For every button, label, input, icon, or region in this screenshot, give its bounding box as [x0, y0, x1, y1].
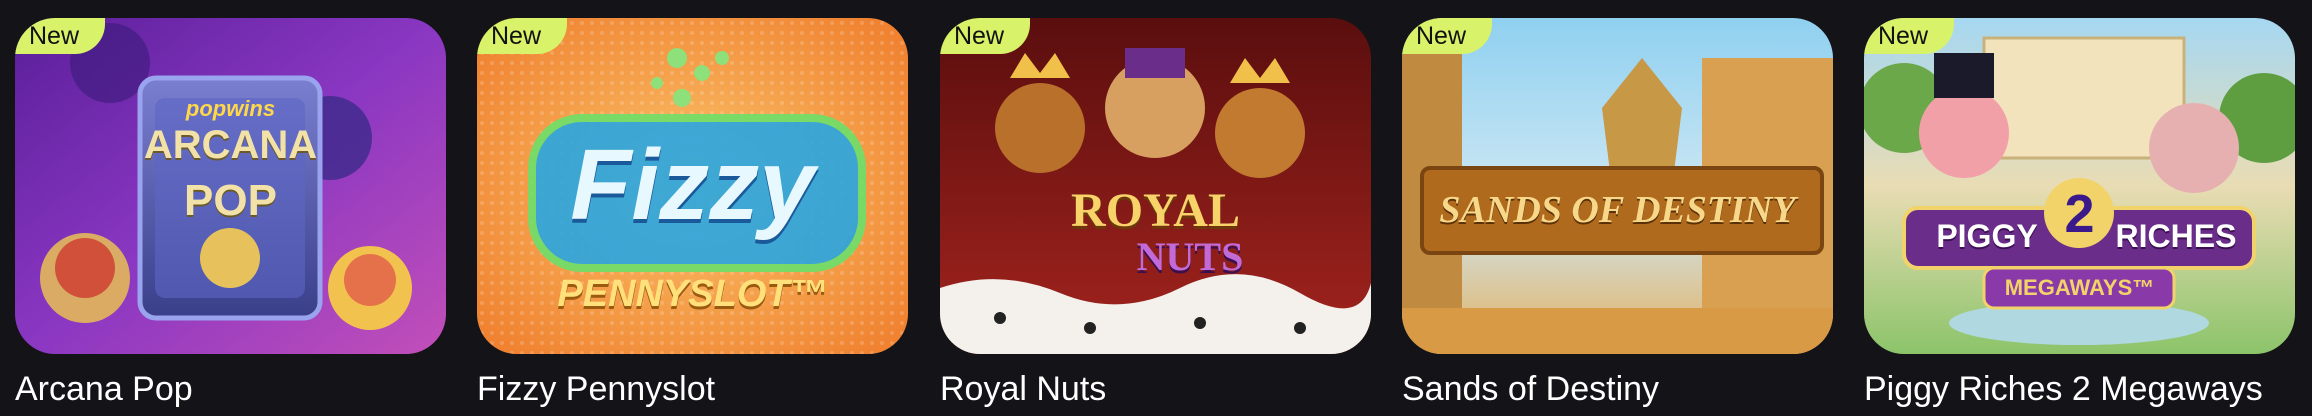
game-title[interactable]: Sands of Destiny [1402, 367, 1833, 411]
new-badge: New [1402, 18, 1493, 54]
new-badge: New [1864, 18, 1955, 54]
game-card-sands-of-destiny[interactable]: New SANDS OF DESTINY Sands of Destiny [1402, 18, 1833, 411]
game-card-fizzy-pennyslot[interactable]: New Fizzy PENNYSLOT™ Fizzy Pennyslot [477, 18, 908, 411]
piggy-riches-artwork [1864, 18, 2295, 354]
game-title[interactable]: Fizzy Pennyslot [477, 367, 908, 411]
game-thumbnail[interactable]: New [940, 18, 1371, 354]
sands-of-destiny-artwork [1402, 18, 1833, 354]
new-badge: New [940, 18, 1031, 54]
game-card-piggy-riches-2-megaways[interactable]: New PIGGY 2 RICHES MEGAWAYS™ Piggy Riche… [1864, 18, 2295, 411]
new-badge: New [477, 18, 568, 54]
game-title[interactable]: Arcana Pop [15, 367, 446, 411]
game-thumbnail[interactable]: New [15, 18, 446, 354]
game-card-arcana-pop[interactable]: New popwins ARCANA POP Arcana Pop [15, 18, 446, 411]
game-title[interactable]: Royal Nuts [940, 367, 1371, 411]
game-thumbnail[interactable]: New [477, 18, 908, 354]
game-title[interactable]: Piggy Riches 2 Megaways [1864, 367, 2295, 411]
arcana-pop-artwork [15, 18, 446, 354]
game-card-royal-nuts[interactable]: New ROYAL NUTS Royal Nuts [940, 18, 1371, 411]
game-carousel-row: New popwins ARCANA POP Arcana Pop New Fi… [0, 0, 2312, 416]
game-thumbnail[interactable]: New SANDS OF DESTINY [1402, 18, 1833, 354]
royal-nuts-artwork [940, 18, 1371, 354]
fizzy-pennyslot-artwork [477, 18, 908, 354]
new-badge: New [15, 18, 106, 54]
game-thumbnail[interactable]: New [1864, 18, 2295, 354]
